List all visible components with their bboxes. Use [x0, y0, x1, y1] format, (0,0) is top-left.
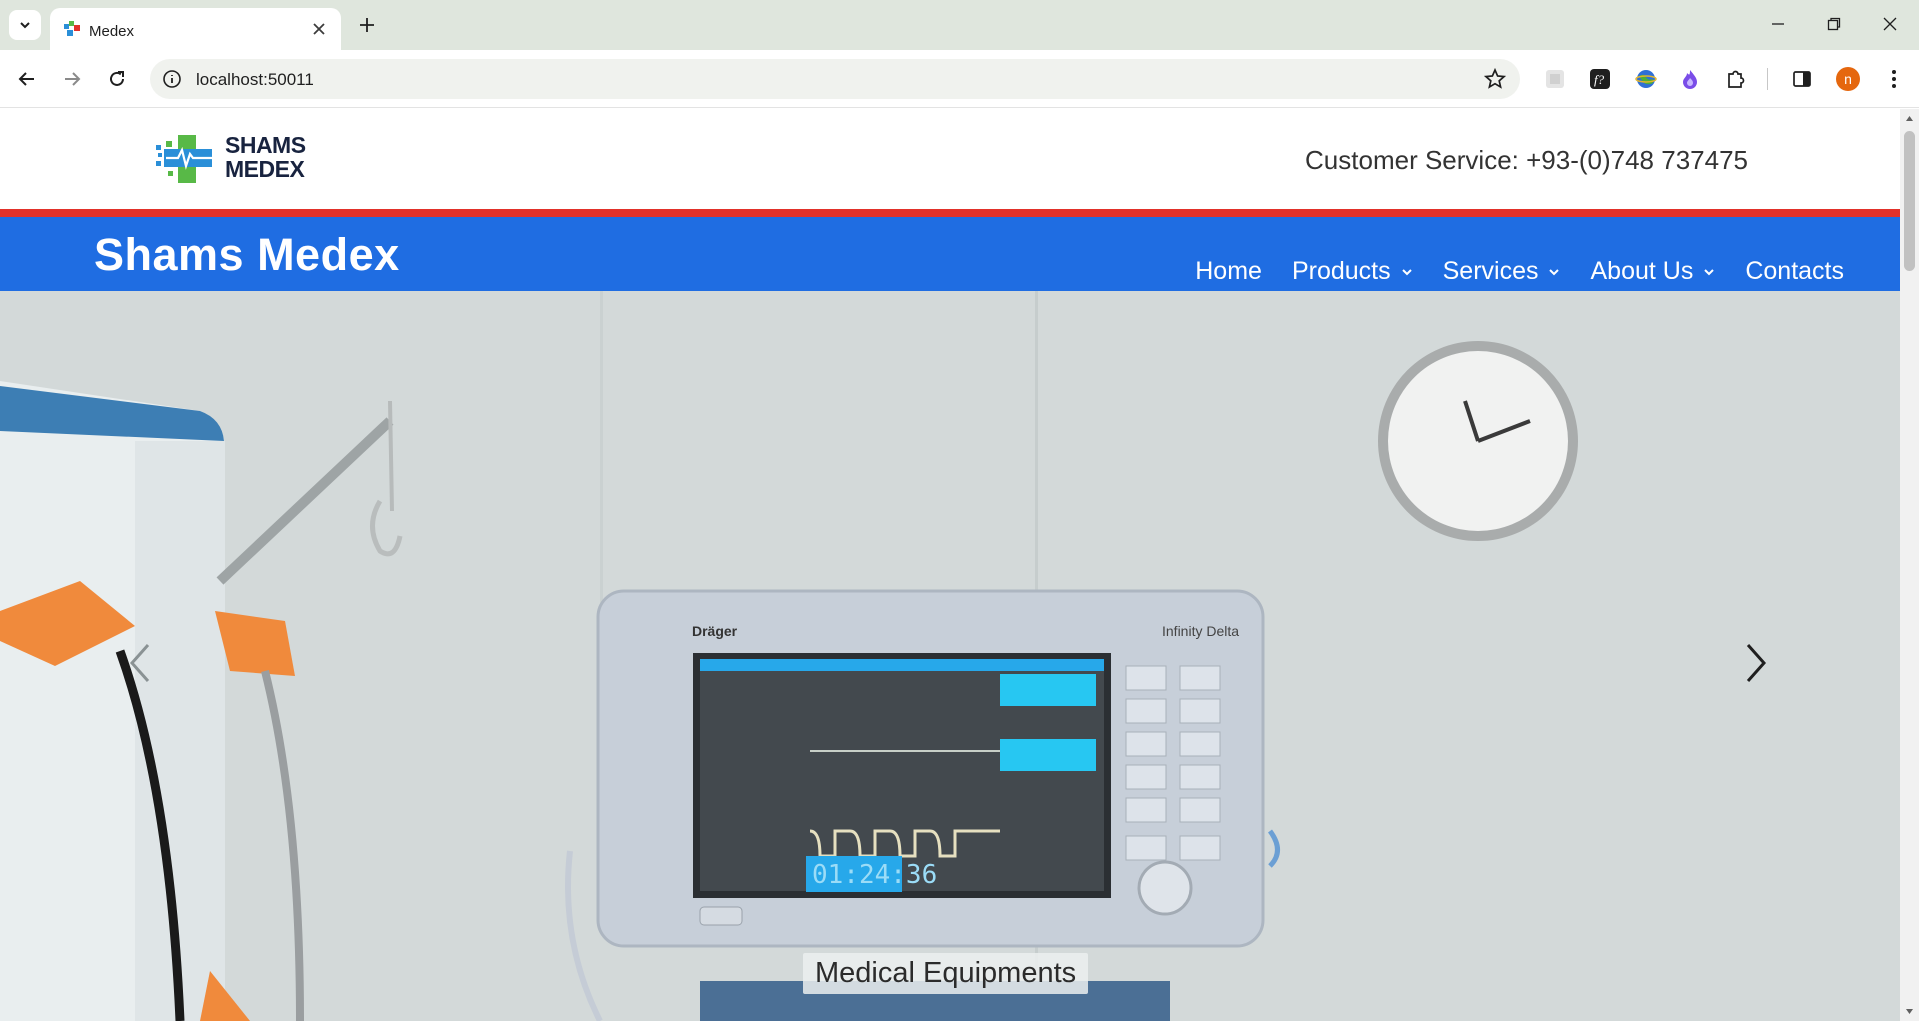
profile-avatar[interactable]: n: [1836, 67, 1860, 91]
back-button[interactable]: [11, 63, 43, 95]
chevron-down-icon: [1401, 268, 1412, 275]
close-icon: [313, 23, 325, 35]
logo-line2: MEDEX: [225, 156, 305, 182]
extensions-puzzle-icon[interactable]: [1724, 67, 1748, 91]
minimize-icon: [1772, 23, 1784, 25]
nav-products[interactable]: Products: [1292, 257, 1413, 286]
arrow-right-icon: [65, 72, 81, 86]
web-page: SHAMS MEDEX Customer Service: +93-(0)748…: [0, 109, 1900, 1021]
monitor-model-label: Infinity Delta: [1162, 623, 1239, 639]
tab-close-button[interactable]: [309, 19, 329, 39]
close-icon: [1883, 17, 1897, 31]
wall-clock-icon: [1378, 341, 1578, 541]
address-bar[interactable]: localhost:50011: [150, 59, 1520, 99]
plus-icon: [360, 18, 374, 32]
scroll-thumb[interactable]: [1904, 131, 1915, 271]
logo-line1: SHAMS: [225, 132, 306, 158]
browser-tab-bar: Medex: [0, 0, 1919, 50]
reload-icon: [110, 71, 124, 86]
new-tab-button[interactable]: [352, 10, 382, 40]
carousel-next-arrow-icon[interactable]: [1740, 640, 1770, 686]
monitor-time-display: 01:24:36: [812, 860, 937, 890]
chevron-down-icon: [1704, 268, 1715, 275]
nav-menu: Home Products Services About Us Contacts: [1195, 257, 1844, 286]
scroll-up-arrow-icon[interactable]: [1905, 114, 1914, 123]
hero-slide-image: 01:24:36 Dräger Infinity Delta: [0, 291, 1900, 1021]
arrow-left-icon: [18, 72, 34, 86]
scroll-down-arrow-icon[interactable]: [1905, 1007, 1914, 1016]
minimize-button[interactable]: [1760, 8, 1796, 40]
site-favicon-icon: [64, 21, 80, 36]
page-scrollbar[interactable]: [1900, 109, 1919, 1021]
nav-services[interactable]: Services: [1443, 257, 1561, 286]
forward-button[interactable]: [56, 63, 88, 95]
carousel-prev-arrow-icon[interactable]: [126, 640, 156, 686]
side-panel-icon[interactable]: [1790, 67, 1814, 91]
globe-extension-icon[interactable]: [1634, 67, 1658, 91]
nav-contacts-label: Contacts: [1745, 257, 1844, 285]
bookmark-star-icon[interactable]: [1484, 68, 1506, 90]
nav-products-label: Products: [1291, 257, 1391, 285]
nav-about-label: About Us: [1590, 257, 1694, 285]
chevron-down-icon: [20, 22, 30, 29]
nav-services-label: Services: [1442, 257, 1539, 285]
main-navbar: Shams Medex Home Products Services About…: [0, 217, 1900, 291]
patient-monitor: 01:24:36 Dräger Infinity Delta: [596, 589, 1265, 948]
restore-button[interactable]: [1816, 8, 1852, 40]
site-top-header: SHAMS MEDEX Customer Service: +93-(0)748…: [0, 109, 1900, 209]
active-tab[interactable]: Medex: [50, 8, 341, 50]
svg-text:f?: f?: [1594, 72, 1605, 87]
flame-extension-icon[interactable]: [1678, 67, 1702, 91]
tab-search-button[interactable]: [9, 10, 41, 40]
restore-icon: [1827, 17, 1841, 31]
hero-carousel: 01:24:36 Dräger Infinity Delta Medical E…: [0, 291, 1900, 1021]
monitor-brand-label: Dräger: [692, 623, 738, 639]
site-logo[interactable]: SHAMS MEDEX: [156, 133, 318, 185]
chevron-down-icon: [1549, 268, 1560, 275]
nav-contacts[interactable]: Contacts: [1745, 257, 1844, 286]
site-info-icon[interactable]: [162, 69, 182, 89]
nav-home[interactable]: Home: [1195, 257, 1262, 286]
red-divider-stripe: [0, 209, 1900, 217]
customer-service-text: Customer Service: +93-(0)748 737475: [1305, 145, 1748, 175]
close-window-button[interactable]: [1872, 8, 1908, 40]
browser-toolbar: localhost:50011: [0, 50, 1919, 108]
extension-placeholder-icon[interactable]: [1543, 67, 1567, 91]
medical-cross-logo-icon: [156, 135, 212, 183]
site-brand[interactable]: Shams Medex: [94, 229, 400, 281]
toolbar-separator: [1767, 68, 1768, 90]
url-text[interactable]: localhost:50011: [196, 70, 314, 90]
tab-title: Medex: [89, 23, 135, 40]
formula-extension-icon[interactable]: f?: [1588, 67, 1612, 91]
browser-menu-icon[interactable]: [1882, 67, 1906, 91]
slide-caption: Medical Equipments: [803, 953, 1089, 994]
nav-about[interactable]: About Us: [1590, 257, 1715, 286]
nav-home-label: Home: [1195, 257, 1262, 285]
reload-button[interactable]: [101, 63, 133, 95]
